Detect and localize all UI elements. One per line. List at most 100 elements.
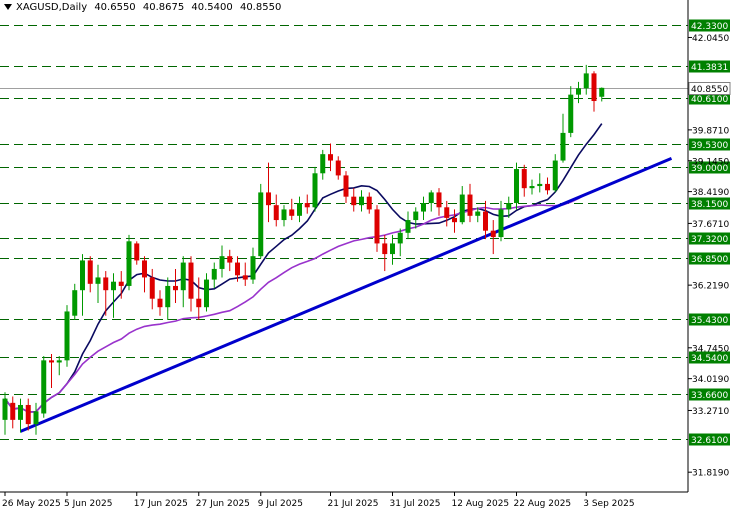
candle bbox=[196, 277, 202, 320]
candle bbox=[490, 220, 496, 255]
candle bbox=[343, 171, 349, 204]
candle-body bbox=[467, 194, 473, 216]
candle bbox=[421, 196, 426, 221]
candle-body bbox=[18, 404, 23, 420]
candle bbox=[428, 190, 434, 212]
candle bbox=[297, 196, 302, 223]
candle bbox=[599, 87, 605, 102]
level-label: 34.5400 bbox=[691, 354, 728, 364]
candle-body bbox=[242, 275, 248, 280]
candle-body bbox=[188, 262, 194, 299]
collapse-triangle-icon[interactable] bbox=[4, 4, 12, 10]
symbol-timeframe: XAGUSD,Daily bbox=[16, 2, 88, 13]
candle bbox=[467, 183, 473, 223]
candle bbox=[483, 200, 488, 240]
candle-body bbox=[312, 173, 318, 208]
candle-body bbox=[335, 160, 341, 176]
candle-body bbox=[529, 186, 535, 189]
y-tick-label: 37.6710 bbox=[692, 220, 729, 230]
candle bbox=[219, 245, 225, 278]
candle bbox=[18, 398, 23, 433]
candle-body bbox=[421, 203, 426, 212]
current-price-label: 40.8550 bbox=[691, 85, 728, 95]
candle-body bbox=[103, 277, 109, 291]
level-label: 37.3200 bbox=[691, 235, 728, 245]
candle bbox=[374, 205, 380, 252]
candle-body bbox=[149, 277, 155, 299]
candle bbox=[173, 268, 178, 303]
y-tick-label: 31.8190 bbox=[692, 469, 729, 479]
candle bbox=[568, 86, 574, 138]
level-label: 42.3300 bbox=[691, 22, 728, 32]
candle-body bbox=[64, 311, 70, 361]
candle-body bbox=[397, 232, 403, 244]
candle-body bbox=[514, 169, 519, 204]
candle bbox=[351, 188, 357, 212]
candle-body bbox=[33, 411, 39, 425]
candle-body bbox=[227, 256, 233, 263]
candle bbox=[204, 273, 209, 312]
candle-body bbox=[498, 209, 504, 238]
candle-body bbox=[180, 262, 186, 291]
candle bbox=[56, 356, 62, 376]
candle-body bbox=[157, 298, 163, 308]
candle-body bbox=[560, 132, 566, 161]
candle-body bbox=[521, 169, 527, 189]
candle bbox=[390, 234, 395, 265]
y-tick-label: 39.1450 bbox=[692, 157, 729, 167]
candle-body bbox=[444, 207, 450, 218]
candle bbox=[72, 283, 78, 320]
candle-body bbox=[266, 192, 271, 206]
level-label: 35.4300 bbox=[691, 316, 728, 326]
candle-body bbox=[49, 360, 54, 363]
x-tick-label: 21 Jul 2025 bbox=[328, 499, 379, 509]
candle-body bbox=[126, 241, 132, 286]
x-tick-label: 5 Jun 2025 bbox=[64, 499, 112, 509]
candle-body bbox=[552, 160, 558, 191]
candle-body bbox=[382, 243, 388, 255]
candle bbox=[2, 392, 8, 435]
candle-body bbox=[56, 360, 62, 363]
candle bbox=[64, 305, 70, 367]
candle-body bbox=[591, 73, 597, 102]
candle-body bbox=[490, 230, 496, 238]
y-tick-label: 39.8710 bbox=[692, 126, 729, 136]
candle bbox=[521, 164, 527, 197]
candle bbox=[459, 186, 465, 225]
candle-body bbox=[289, 209, 295, 216]
candle-body bbox=[320, 154, 326, 174]
candle bbox=[591, 71, 597, 112]
candle bbox=[452, 209, 457, 233]
y-tick-label: 42.0450 bbox=[692, 34, 729, 44]
candle bbox=[188, 256, 194, 312]
candle bbox=[397, 228, 403, 257]
candle bbox=[266, 162, 271, 223]
candle bbox=[157, 290, 163, 316]
candle bbox=[576, 81, 581, 104]
candle bbox=[273, 194, 279, 227]
price-chart[interactable]: 42.330041.383140.610039.530039.000038.15… bbox=[0, 0, 733, 513]
x-tick-label: 12 Aug 2025 bbox=[452, 499, 510, 509]
candle-body bbox=[281, 209, 287, 221]
candle-body bbox=[118, 281, 124, 286]
candle-body bbox=[211, 268, 217, 280]
chart-window: 42.3300 41.3831 40.6100 39.5300 39.0000 38.15… bbox=[0, 0, 733, 513]
x-tick-label: 3 Sep 2025 bbox=[583, 499, 634, 509]
candle-body bbox=[235, 262, 240, 276]
candle-body bbox=[428, 192, 434, 204]
candle bbox=[560, 113, 566, 163]
candle bbox=[165, 277, 171, 320]
candle-body bbox=[374, 209, 380, 244]
candle-body bbox=[359, 196, 364, 206]
candle bbox=[498, 200, 504, 242]
candle bbox=[281, 205, 287, 227]
candle bbox=[552, 154, 558, 193]
candle-body bbox=[366, 196, 372, 210]
candle-body bbox=[413, 211, 419, 221]
candle-body bbox=[10, 402, 16, 420]
candle bbox=[312, 166, 318, 212]
candle bbox=[413, 207, 419, 229]
candle-body bbox=[506, 203, 512, 210]
candle bbox=[25, 398, 31, 431]
candle bbox=[250, 247, 256, 284]
